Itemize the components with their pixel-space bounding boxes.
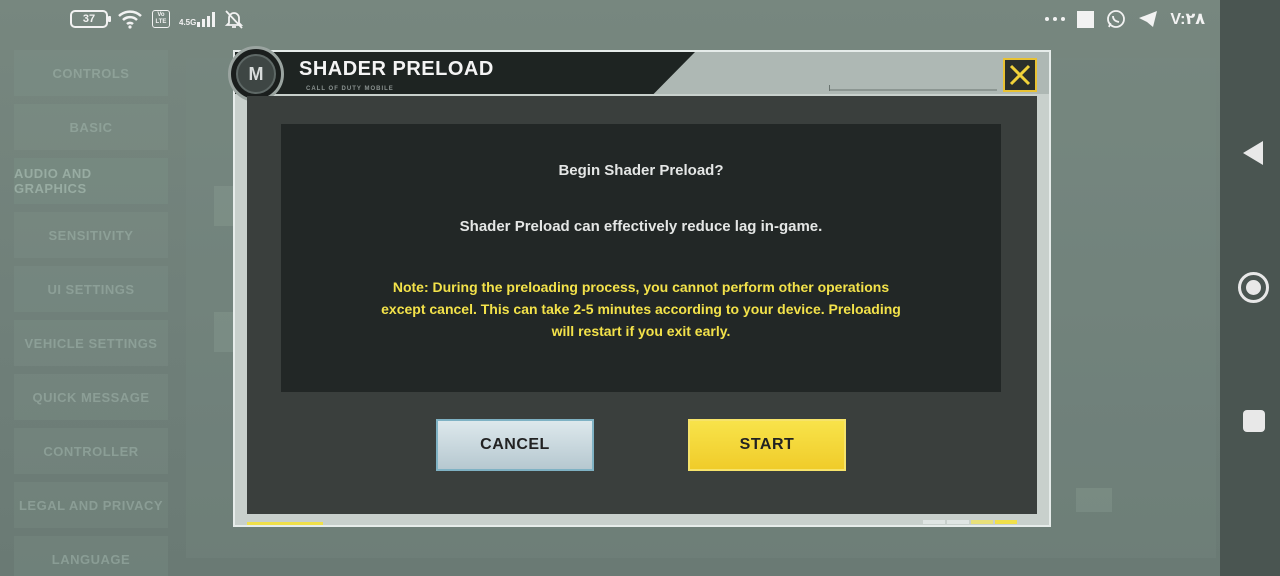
bg-menu-label: AUDIO AND GRAPHICS xyxy=(14,166,92,196)
bg-menu-label: BASIC xyxy=(69,119,113,135)
game-logo: M xyxy=(228,46,284,102)
logo-emblem: M xyxy=(236,54,276,94)
status-right: V:۲۸ xyxy=(1045,9,1205,29)
bg-menu-item: SENSITIVITY xyxy=(14,212,168,258)
dialog-header: SHADER PRELOAD CALL OF DUTY MOBILE xyxy=(235,52,1049,94)
dialog-body: Begin Shader Preload? Shader Preload can… xyxy=(247,96,1037,514)
more-icon xyxy=(1045,17,1066,21)
note-line: will restart if you exit early. xyxy=(551,323,731,339)
bg-menu-item: QUICK MESSAGE xyxy=(14,374,168,420)
bg-menu-item: LEGAL AND PRIVACY xyxy=(14,482,168,528)
whatsapp-icon xyxy=(1107,10,1126,28)
cancel-button[interactable]: CANCEL xyxy=(436,419,594,471)
bg-menu-item: UI SETTINGS xyxy=(14,266,168,312)
clock: V:۲۸ xyxy=(1170,11,1205,28)
start-label: START xyxy=(739,436,795,453)
logo-letter: M xyxy=(248,63,264,84)
bg-menu-label: CONTROLLER xyxy=(43,443,139,459)
bg-menu-item: CONTROLLER xyxy=(14,428,168,474)
telegram-icon xyxy=(1139,11,1158,27)
volte-label: Vo LTE xyxy=(155,12,167,25)
bg-menu-item: VEHICLE SETTINGS xyxy=(14,320,168,366)
bell-off-icon xyxy=(225,10,244,29)
bg-menu-label: CONTROLS xyxy=(52,65,130,81)
wifi-icon xyxy=(118,10,142,29)
dialog-title: SHADER PRELOAD xyxy=(299,58,494,80)
dialog-subtitle: CALL OF DUTY MOBILE xyxy=(306,86,394,92)
message-title: Begin Shader Preload? xyxy=(558,162,724,179)
network-label: 4.5G xyxy=(179,18,197,27)
bg-menu-label: LEGAL AND PRIVACY xyxy=(18,497,164,513)
status-left: 37 Vo LTE 4.5G xyxy=(70,9,244,29)
cellular-signal: 4.5G xyxy=(179,11,216,27)
close-x-icon xyxy=(1009,64,1031,86)
bg-menu-label: LANGUAGE xyxy=(51,551,131,567)
message-body: Shader Preload can effectively reduce la… xyxy=(459,218,823,235)
close-button[interactable] xyxy=(1003,58,1037,92)
status-bar: 37 Vo LTE 4.5G V:۲۸ xyxy=(0,0,1280,40)
note-line: except cancel. This can take 2-5 minutes… xyxy=(381,301,901,317)
network-type: 4.5G xyxy=(179,19,196,27)
notification-square-icon xyxy=(1077,10,1095,28)
bg-menu-label: UI SETTINGS xyxy=(47,281,135,297)
settings-side-menu: CONTROLS BASIC AUDIO AND GRAPHICS SENSIT… xyxy=(14,50,168,576)
note-line: Note: During the preloading process, you… xyxy=(392,279,890,295)
recent-square-icon[interactable] xyxy=(1243,410,1265,432)
bg-menu-item: LANGUAGE xyxy=(14,536,168,576)
battery-icon: 37 xyxy=(70,10,111,28)
battery-level: 37 xyxy=(82,13,96,25)
signal-bars-icon xyxy=(197,11,216,27)
bg-menu-label: VEHICLE SETTINGS xyxy=(24,335,158,351)
warning-note: Note: During the preloading process, you… xyxy=(371,276,911,342)
bg-menu-item: BASIC xyxy=(14,104,168,150)
bg-menu-item: AUDIO AND GRAPHICS xyxy=(14,158,168,204)
bg-menu-item: CONTROLS xyxy=(14,50,168,96)
footer-decor xyxy=(923,520,1017,524)
message-box: Begin Shader Preload? Shader Preload can… xyxy=(281,124,1001,392)
header-progress-line xyxy=(829,85,997,91)
bg-menu-label: SENSITIVITY xyxy=(48,227,134,243)
volte-icon: Vo LTE xyxy=(152,10,170,28)
start-button[interactable]: START xyxy=(688,419,846,471)
shader-preload-dialog: SHADER PRELOAD CALL OF DUTY MOBILE M Beg… xyxy=(228,46,1051,527)
back-triangle-icon[interactable] xyxy=(1243,141,1263,165)
bg-option xyxy=(1076,488,1112,512)
footer-accent xyxy=(247,522,323,525)
bg-menu-label: QUICK MESSAGE xyxy=(32,389,150,405)
home-circle-icon[interactable] xyxy=(1238,272,1269,303)
cancel-label: CANCEL xyxy=(480,436,550,453)
